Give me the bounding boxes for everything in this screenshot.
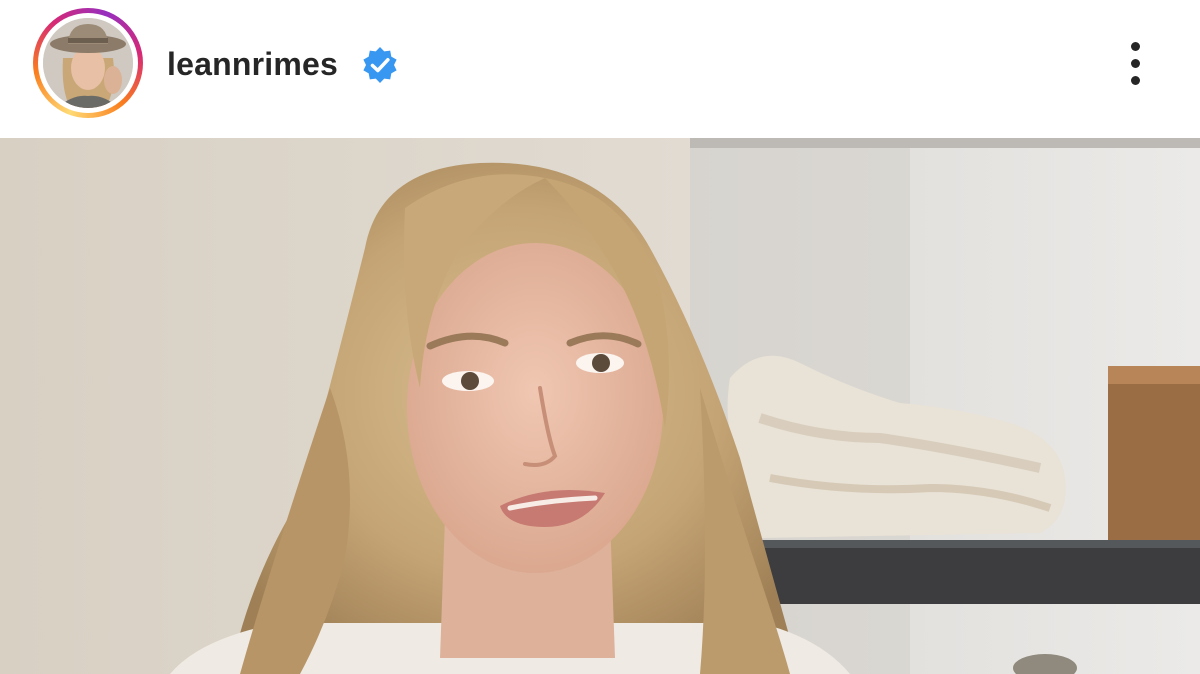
avatar-image <box>43 18 133 108</box>
story-ring[interactable] <box>33 8 143 118</box>
more-vertical-icon-dot-2 <box>1131 59 1140 68</box>
more-vertical-icon <box>1131 42 1140 51</box>
more-vertical-icon-dot-3 <box>1131 76 1140 85</box>
post-header: leannrimes <box>0 0 1200 138</box>
video-frame <box>0 138 1200 674</box>
verified-badge-icon <box>363 47 397 83</box>
avatar[interactable] <box>43 18 133 108</box>
post-video[interactable] <box>0 138 1200 674</box>
username[interactable]: leannrimes <box>167 44 338 84</box>
more-options-button[interactable] <box>1112 36 1160 92</box>
